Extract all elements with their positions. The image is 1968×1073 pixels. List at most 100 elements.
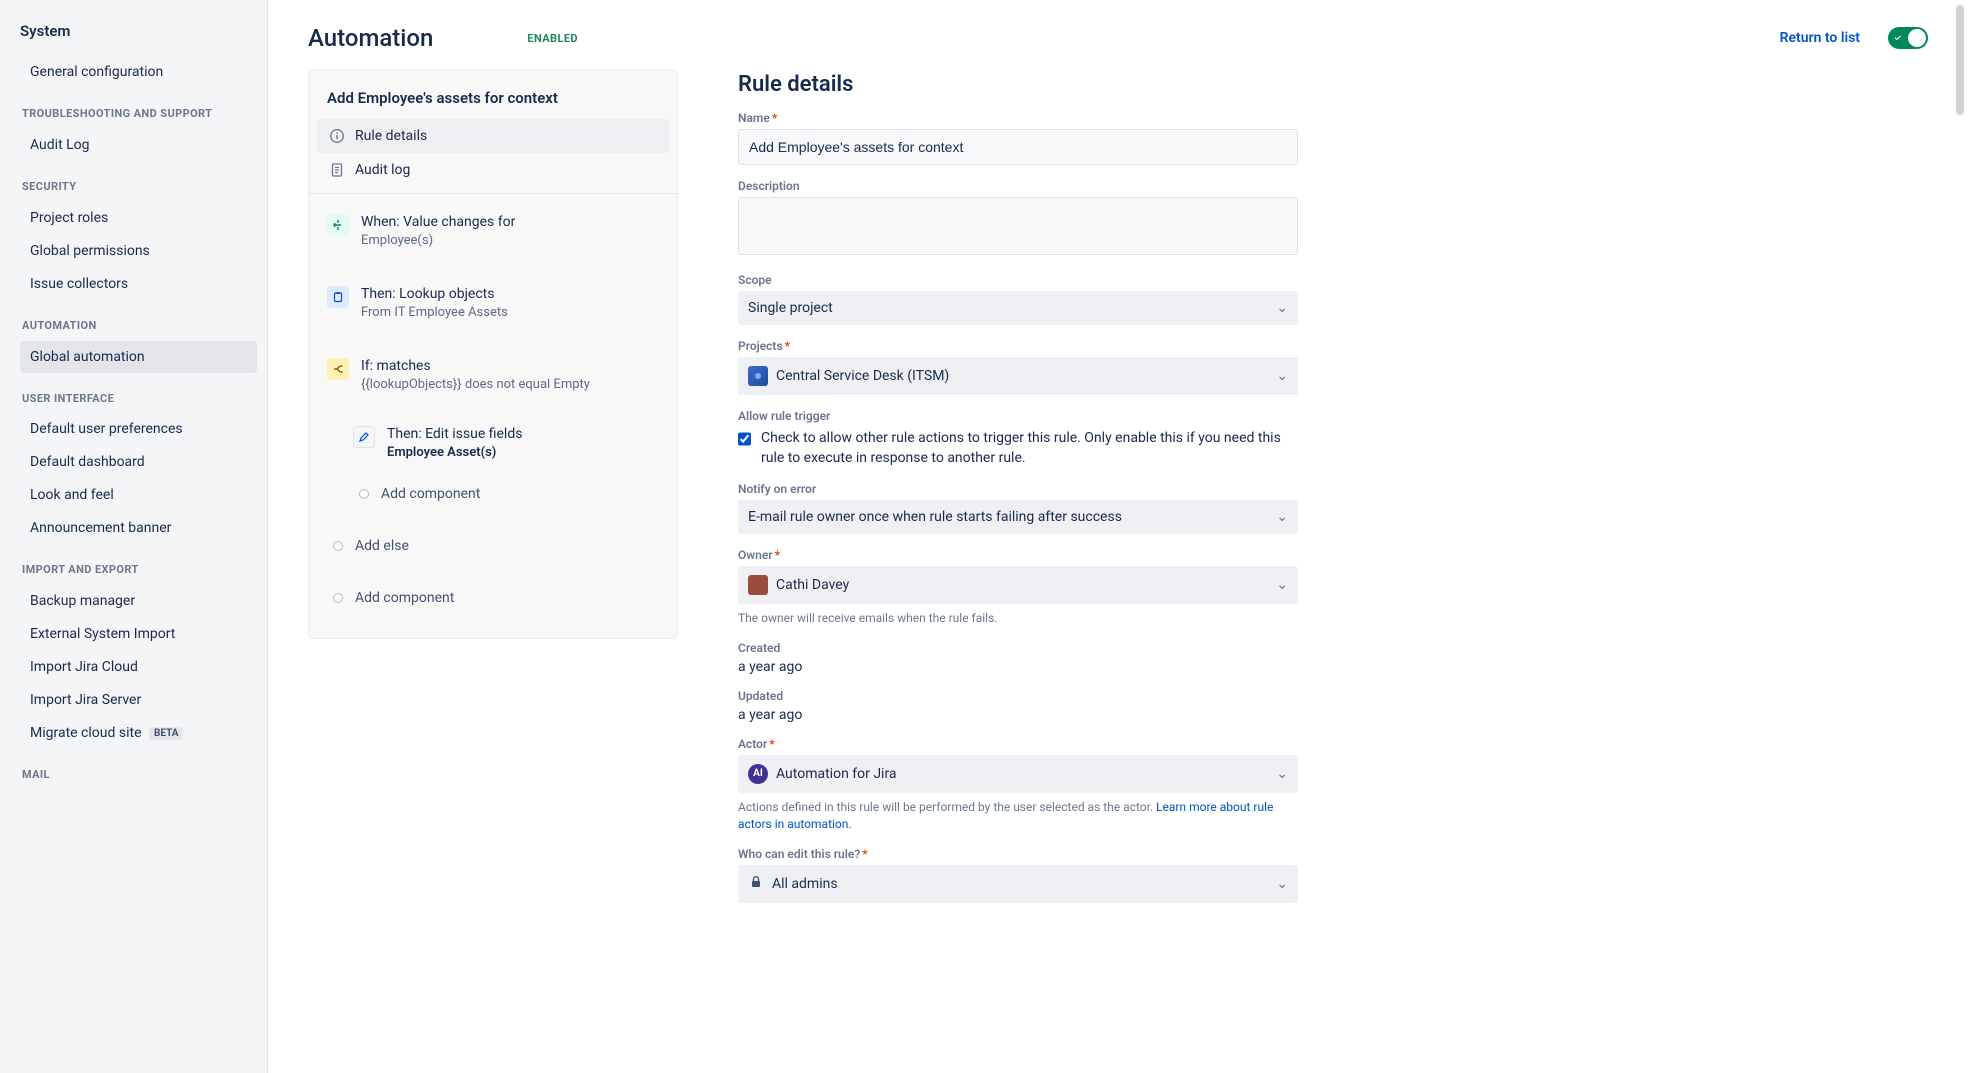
actor-select[interactable]: AI Automation for Jira ⌄ (738, 755, 1298, 793)
step-title: When: Value changes for (361, 214, 515, 230)
sidebar-item-default-dashboard[interactable]: Default dashboard (20, 446, 257, 478)
notify-label: Notify on error (738, 482, 1298, 496)
info-icon (329, 128, 345, 144)
sidebar-item-announcement-banner[interactable]: Announcement banner (20, 512, 257, 544)
name-input[interactable] (738, 129, 1298, 165)
name-label: Name* (738, 111, 1298, 125)
check-icon (1893, 33, 1903, 43)
who-can-edit-select[interactable]: All admins ⌄ (738, 865, 1298, 903)
sidebar-section-troubleshooting: TROUBLESHOOTING AND SUPPORT (20, 89, 257, 128)
hollow-dot-icon (333, 541, 343, 551)
step-edit-issue-fields[interactable]: Then: Edit issue fields Employee Asset(s… (347, 416, 665, 470)
scope-label: Scope (738, 273, 1298, 287)
sidebar-item-external-system-import[interactable]: External System Import (20, 618, 257, 650)
hollow-dot-icon (333, 593, 343, 603)
main-content: Automation ENABLED Return to list Add Em… (268, 0, 1968, 1073)
document-icon (329, 162, 345, 178)
projects-select[interactable]: Central Service Desk (ITSM) ⌄ (738, 357, 1298, 395)
description-input[interactable] (738, 197, 1298, 255)
sidebar-section-automation: AUTOMATION (20, 301, 257, 340)
trigger-icon (327, 214, 349, 236)
chevron-down-icon: ⌄ (1276, 300, 1288, 316)
user-avatar-icon (748, 575, 768, 595)
rule-details-panel: Rule details Name* Description Scope Sin… (738, 70, 1298, 917)
page-title: Automation (308, 24, 433, 52)
step-subtitle: {{lookupObjects}} does not equal Empty (361, 377, 590, 392)
chevron-down-icon: ⌄ (1276, 577, 1288, 593)
updated-value: a year ago (738, 707, 1298, 723)
owner-label: Owner* (738, 548, 1298, 562)
tab-audit-log[interactable]: Audit log (317, 153, 669, 187)
actor-helper-text: Actions defined in this rule will be per… (738, 799, 1298, 833)
rule-builder-card: Add Employee's assets for context Rule d… (308, 70, 678, 639)
pencil-icon (353, 426, 375, 448)
sidebar-item-global-automation[interactable]: Global automation (20, 341, 257, 373)
chevron-down-icon: ⌄ (1276, 509, 1288, 525)
branch-icon (327, 358, 349, 380)
tab-label: Audit log (355, 162, 410, 178)
beta-badge: BETA (149, 727, 184, 740)
sidebar-item-import-jira-server[interactable]: Import Jira Server (20, 684, 257, 716)
projects-label: Projects* (738, 339, 1298, 353)
tab-label: Rule details (355, 128, 427, 144)
updated-label: Updated (738, 689, 1298, 703)
return-to-list-link[interactable]: Return to list (1780, 30, 1860, 46)
select-value: Automation for Jira (776, 766, 897, 782)
sidebar-section-user-interface: USER INTERFACE (20, 374, 257, 413)
sidebar-item-issue-collectors[interactable]: Issue collectors (20, 268, 257, 300)
add-component-inner-button[interactable]: Add component (347, 476, 665, 512)
owner-helper-text: The owner will receive emails when the r… (738, 610, 1298, 627)
lock-icon (748, 874, 764, 894)
add-label: Add component (355, 590, 454, 606)
allow-trigger-label: Allow rule trigger (738, 409, 1298, 423)
hollow-dot-icon (359, 489, 369, 499)
add-component-button[interactable]: Add component (321, 580, 665, 616)
sidebar-item-import-jira-cloud[interactable]: Import Jira Cloud (20, 651, 257, 683)
sidebar-item-general-configuration[interactable]: General configuration (20, 56, 257, 88)
step-condition[interactable]: If: matches {{lookupObjects}} does not e… (321, 348, 665, 402)
status-badge: ENABLED (527, 32, 578, 45)
details-heading: Rule details (738, 72, 1298, 97)
add-label: Add component (381, 486, 480, 502)
select-value: All admins (772, 876, 838, 892)
add-label: Add else (355, 538, 409, 554)
sidebar-title: System (20, 22, 257, 40)
owner-select[interactable]: Cathi Davey ⌄ (738, 566, 1298, 604)
sidebar-item-default-user-preferences[interactable]: Default user preferences (20, 413, 257, 445)
notify-select[interactable]: E-mail rule owner once when rule starts … (738, 500, 1298, 534)
scrollbar-thumb[interactable] (1956, 5, 1964, 115)
description-label: Description (738, 179, 1298, 193)
sidebar-item-project-roles[interactable]: Project roles (20, 202, 257, 234)
step-lookup-objects[interactable]: Then: Lookup objects From IT Employee As… (321, 276, 665, 330)
sidebar-section-security: SECURITY (20, 162, 257, 201)
step-subtitle: Employee(s) (361, 233, 515, 248)
sidebar-section-import-export: IMPORT AND EXPORT (20, 545, 257, 584)
sidebar-item-global-permissions[interactable]: Global permissions (20, 235, 257, 267)
scope-select[interactable]: Single project ⌄ (738, 291, 1298, 325)
chevron-down-icon: ⌄ (1276, 368, 1288, 384)
step-title: Then: Lookup objects (361, 286, 508, 302)
sidebar-item-audit-log[interactable]: Audit Log (20, 129, 257, 161)
project-avatar-icon (748, 366, 768, 386)
step-trigger[interactable]: When: Value changes for Employee(s) (321, 204, 665, 258)
sidebar-item-look-and-feel[interactable]: Look and feel (20, 479, 257, 511)
step-title: Then: Edit issue fields (387, 426, 522, 442)
step-subtitle: Employee Asset(s) (387, 445, 522, 460)
sidebar: System General configuration TROUBLESHOO… (0, 0, 268, 1073)
actor-avatar-icon: AI (748, 764, 768, 784)
sidebar-item-backup-manager[interactable]: Backup manager (20, 585, 257, 617)
select-value: Cathi Davey (776, 577, 849, 593)
sidebar-item-migrate-cloud-site[interactable]: Migrate cloud site BETA (20, 717, 257, 749)
rule-enabled-toggle[interactable] (1888, 27, 1928, 49)
step-subtitle: From IT Employee Assets (361, 305, 508, 320)
created-value: a year ago (738, 659, 1298, 675)
sidebar-item-label: Migrate cloud site (30, 725, 142, 741)
add-else-button[interactable]: Add else (321, 528, 665, 564)
step-title: If: matches (361, 358, 590, 374)
allow-trigger-text: Check to allow other rule actions to tri… (761, 429, 1298, 468)
tab-rule-details[interactable]: Rule details (317, 119, 669, 153)
sidebar-section-mail: MAIL (20, 750, 257, 789)
chevron-down-icon: ⌄ (1276, 876, 1288, 892)
allow-trigger-checkbox[interactable] (738, 431, 751, 447)
rule-name-heading: Add Employee's assets for context (309, 85, 677, 119)
